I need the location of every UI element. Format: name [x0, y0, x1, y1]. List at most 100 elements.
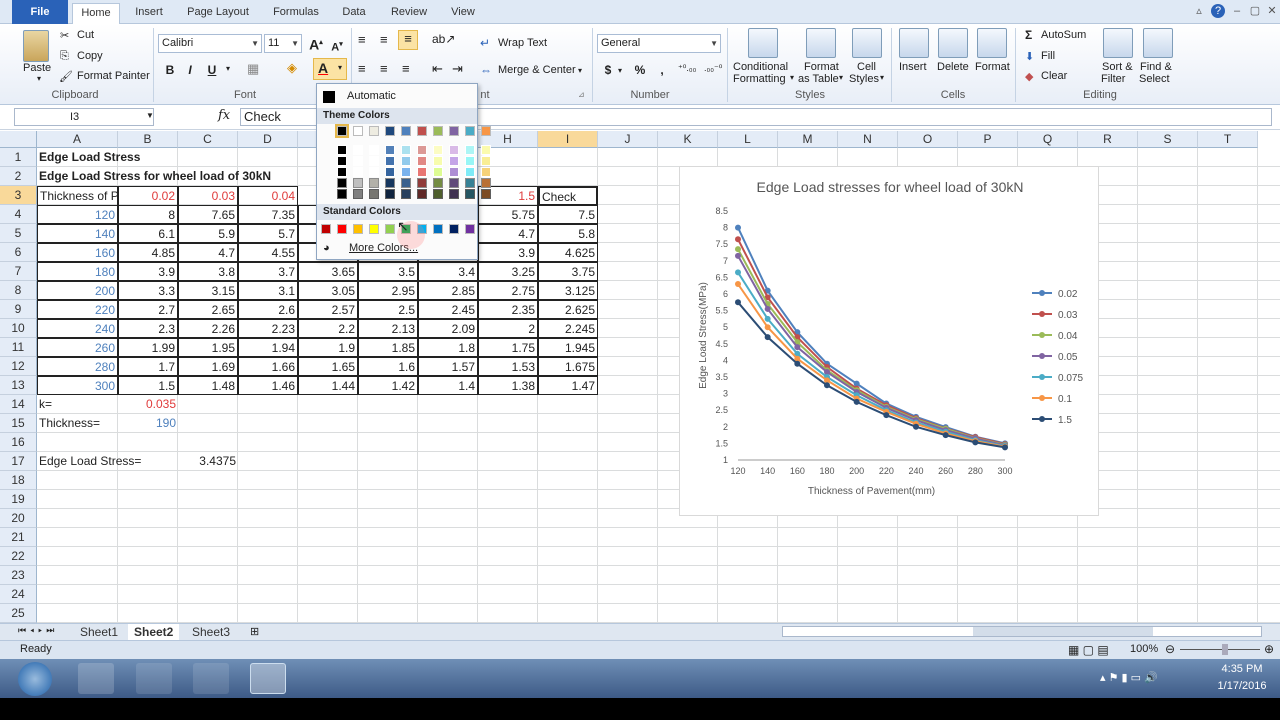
cell-a7[interactable]: 180: [37, 262, 118, 281]
cell-i13[interactable]: 1.47: [538, 376, 598, 395]
align-top-icon[interactable]: ≡: [358, 32, 366, 47]
theme-color-swatch[interactable]: [385, 126, 395, 136]
zoom-slider-thumb[interactable]: [1222, 644, 1228, 655]
minimize-icon[interactable]: –: [1230, 4, 1244, 18]
cell-d6[interactable]: 4.55: [238, 243, 298, 262]
cell-c3[interactable]: 0.03: [178, 186, 238, 206]
cell-d4[interactable]: 7.35: [238, 205, 298, 224]
chevron-down-icon[interactable]: ▾: [618, 66, 622, 75]
column-header-b[interactable]: B: [118, 131, 178, 148]
row-header-24[interactable]: 24: [0, 585, 37, 604]
cell-a9[interactable]: 220: [37, 300, 118, 319]
tray-icons[interactable]: ▴ ⚑ ▮ ▭ 🔊: [1100, 671, 1158, 684]
clear-button[interactable]: Clear: [1041, 70, 1067, 82]
theme-shade-swatch[interactable]: [353, 167, 363, 177]
column-header-j[interactable]: J: [598, 131, 658, 148]
theme-color-swatch[interactable]: [449, 126, 459, 136]
cell-a11[interactable]: 260: [37, 338, 118, 357]
theme-shade-swatch[interactable]: [417, 178, 427, 188]
cell-c17[interactable]: 3.4375: [178, 452, 238, 471]
cell-h6[interactable]: 3.9: [478, 243, 538, 262]
column-header-a[interactable]: A: [37, 131, 118, 148]
find-select-line1[interactable]: Find &: [1140, 61, 1172, 73]
cell-e12[interactable]: 1.65: [298, 357, 358, 376]
theme-shade-swatch[interactable]: [481, 145, 491, 155]
cell-i3[interactable]: Check: [538, 186, 598, 206]
clock-date[interactable]: 1/17/2016: [1212, 680, 1272, 692]
row-header-13[interactable]: 13: [0, 376, 37, 395]
cell-e13[interactable]: 1.44: [298, 376, 358, 395]
underline-dropdown-icon[interactable]: ▾: [226, 64, 230, 73]
conditional-formatting-line2[interactable]: Formatting: [733, 73, 786, 85]
cell-d13[interactable]: 1.46: [238, 376, 298, 395]
theme-shade-swatch[interactable]: [465, 189, 475, 199]
align-bottom-icon[interactable]: ≡: [398, 30, 418, 50]
theme-color-swatch[interactable]: [481, 126, 491, 136]
delete-cells-button[interactable]: Delete: [937, 61, 969, 73]
column-header-m[interactable]: M: [778, 131, 838, 148]
row-header-7[interactable]: 7: [0, 262, 37, 281]
cell-styles-line1[interactable]: Cell: [857, 61, 876, 73]
cell-d11[interactable]: 1.94: [238, 338, 298, 357]
bold-button[interactable]: B: [160, 61, 180, 79]
theme-shade-swatch[interactable]: [385, 167, 395, 177]
column-header-i[interactable]: I: [538, 131, 598, 148]
wrap-text-button[interactable]: Wrap Text: [498, 37, 547, 49]
format-as-table-line2[interactable]: as Table: [798, 73, 839, 85]
theme-shade-swatch[interactable]: [353, 145, 363, 155]
cell-h8[interactable]: 2.75: [478, 281, 538, 300]
cell-e8[interactable]: 3.05: [298, 281, 358, 300]
cell-b10[interactable]: 2.3: [118, 319, 178, 338]
column-header-n[interactable]: N: [838, 131, 898, 148]
page-view-icons[interactable]: ▦ ▢ ▤: [1068, 643, 1109, 657]
theme-color-swatch[interactable]: [353, 126, 363, 136]
theme-shade-swatch[interactable]: [401, 156, 411, 166]
cell-h5[interactable]: 4.7: [478, 224, 538, 243]
scrollbar-thumb[interactable]: [973, 627, 1153, 636]
cell-e10[interactable]: 2.2: [298, 319, 358, 338]
cell-f11[interactable]: 1.85: [358, 338, 418, 357]
merge-center-button[interactable]: Merge & Center: [498, 64, 576, 76]
chevron-down-icon[interactable]: ▾: [880, 73, 884, 82]
theme-shade-swatch[interactable]: [449, 156, 459, 166]
theme-shade-swatch[interactable]: [465, 178, 475, 188]
row-header-16[interactable]: 16: [0, 433, 37, 452]
currency-button[interactable]: $: [598, 61, 618, 79]
column-header-p[interactable]: P: [958, 131, 1018, 148]
theme-shade-swatch[interactable]: [417, 167, 427, 177]
theme-color-swatch[interactable]: [417, 126, 427, 136]
theme-shade-swatch[interactable]: [337, 178, 347, 188]
column-header-k[interactable]: K: [658, 131, 718, 148]
theme-shade-swatch[interactable]: [449, 178, 459, 188]
cell-styles-icon[interactable]: [852, 28, 882, 58]
theme-shade-swatch[interactable]: [481, 178, 491, 188]
row-header-19[interactable]: 19: [0, 490, 37, 509]
format-painter-icon[interactable]: 🖌: [59, 70, 73, 83]
theme-shade-swatch[interactable]: [369, 145, 379, 155]
sort-filter-line1[interactable]: Sort &: [1102, 61, 1133, 73]
cell-i7[interactable]: 3.75: [538, 262, 598, 281]
cell-f8[interactable]: 2.95: [358, 281, 418, 300]
line-chart[interactable]: Edge Load stresses for wheel load of 30k…: [679, 166, 1099, 516]
borders-icon[interactable]: ▦: [247, 61, 259, 77]
theme-shade-swatch[interactable]: [417, 156, 427, 166]
font-name-combo[interactable]: Calibri ▼: [158, 34, 262, 53]
cell-b5[interactable]: 6.1: [118, 224, 178, 243]
row-header-5[interactable]: 5: [0, 224, 37, 243]
column-header-r[interactable]: R: [1078, 131, 1138, 148]
theme-shade-swatch[interactable]: [449, 145, 459, 155]
italic-button[interactable]: I: [180, 61, 200, 79]
cell-a13[interactable]: 300: [37, 376, 118, 395]
theme-shade-swatch[interactable]: [481, 156, 491, 166]
cell-c11[interactable]: 1.95: [178, 338, 238, 357]
fill-color-icon[interactable]: ◈: [287, 60, 297, 76]
format-as-table-line1[interactable]: Format: [804, 61, 839, 73]
cell-d7[interactable]: 3.7: [238, 262, 298, 281]
zoom-level[interactable]: 100%: [1130, 643, 1158, 655]
cell-d10[interactable]: 2.23: [238, 319, 298, 338]
row-header-15[interactable]: 15: [0, 414, 37, 433]
find-select-line2[interactable]: Select: [1139, 73, 1170, 85]
zoom-out-icon[interactable]: ⊖: [1165, 642, 1175, 656]
standard-color-swatch[interactable]: [353, 224, 363, 234]
theme-shade-swatch[interactable]: [337, 156, 347, 166]
